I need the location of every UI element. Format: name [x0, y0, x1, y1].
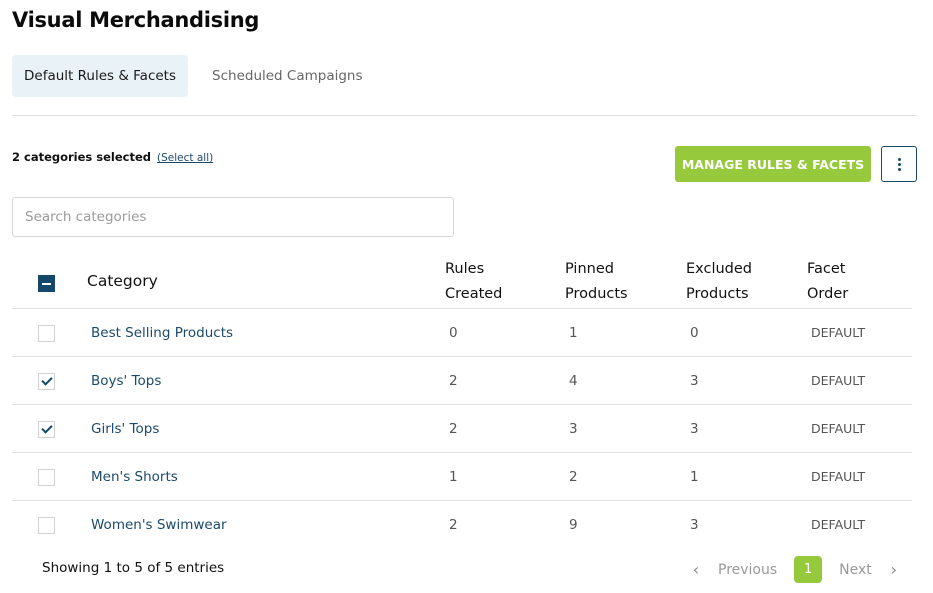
pinned-products-cell: 9 — [569, 516, 578, 533]
facet-order-cell: DEFAULT — [811, 421, 866, 436]
column-header-excluded-products[interactable]: Excluded Products — [686, 257, 752, 307]
pinned-products-cell: 1 — [569, 324, 578, 341]
facet-order-cell: DEFAULT — [811, 325, 866, 340]
pinned-products-cell: 2 — [569, 468, 578, 485]
category-name-link[interactable]: Girls' Tops — [91, 405, 159, 452]
pinned-header-line2: Products — [565, 286, 628, 302]
tab-default-rules-facets[interactable]: Default Rules & Facets — [12, 55, 189, 97]
column-header-pinned-products[interactable]: Pinned Products — [565, 257, 628, 307]
indeterminate-icon — [42, 282, 51, 285]
row-checkbox[interactable] — [38, 517, 55, 534]
pinned-header-line1: Pinned — [565, 261, 614, 277]
pagination: ‹ Previous 1 Next › — [688, 556, 902, 583]
previous-page-button[interactable]: Previous — [718, 562, 777, 578]
excluded-header-line1: Excluded — [686, 261, 753, 277]
select-all-checkbox[interactable] — [38, 275, 55, 292]
rules-created-cell: 1 — [449, 468, 458, 485]
manage-rules-facets-button[interactable]: MANAGE RULES & FACETS — [675, 146, 871, 182]
entries-info: Showing 1 to 5 of 5 entries — [42, 560, 225, 576]
checkmark-icon — [40, 374, 53, 386]
select-all-link[interactable]: (Select all) — [157, 152, 213, 164]
excluded-products-cell: 3 — [690, 420, 699, 437]
row-checkbox[interactable] — [38, 373, 55, 390]
rules-created-cell: 2 — [449, 372, 458, 389]
rules-created-cell: 2 — [449, 516, 458, 533]
facet-order-cell: DEFAULT — [811, 469, 866, 484]
selection-info: 2 categories selected (Select all) — [12, 150, 213, 164]
column-header-rules-created[interactable]: Rules Created — [445, 257, 502, 307]
row-checkbox[interactable] — [38, 421, 55, 438]
tab-divider — [12, 115, 917, 116]
category-name-link[interactable]: Men's Shorts — [91, 453, 178, 500]
table-row: Boys' Tops 2 4 3 DEFAULT — [12, 357, 912, 405]
table-row: Girls' Tops 2 3 3 DEFAULT — [12, 405, 912, 453]
column-header-facet-order[interactable]: Facet Order — [807, 257, 848, 307]
table-row: Best Selling Products 0 1 0 DEFAULT — [12, 309, 912, 357]
facet-order-cell: DEFAULT — [811, 517, 866, 532]
categories-table: Category Rules Created Pinned Products Exc… — [12, 256, 912, 549]
facet-header-line1: Facet — [807, 261, 846, 277]
rules-created-cell: 0 — [449, 324, 458, 341]
category-name-link[interactable]: Women's Swimwear — [91, 501, 227, 548]
row-checkbox[interactable] — [38, 325, 55, 342]
table-body: Best Selling Products 0 1 0 DEFAULT Boys' Top… — [12, 309, 912, 549]
tab-scheduled-campaigns[interactable]: Scheduled Campaigns — [200, 55, 375, 97]
chevron-right-icon[interactable]: › — [886, 560, 902, 579]
facet-order-cell: DEFAULT — [811, 373, 866, 388]
chevron-left-icon[interactable]: ‹ — [688, 560, 704, 579]
tab-bar: Default Rules & Facets Scheduled Campaig… — [12, 55, 387, 97]
pinned-products-cell: 4 — [569, 372, 578, 389]
excluded-products-cell: 0 — [690, 324, 699, 341]
category-name-link[interactable]: Boys' Tops — [91, 357, 161, 404]
table-row: Women's Swimwear 2 9 3 DEFAULT — [12, 501, 912, 549]
vertical-ellipsis-icon — [897, 157, 901, 171]
search-categories-input[interactable] — [12, 197, 454, 237]
selection-count: 2 categories selected — [12, 150, 152, 164]
checkmark-icon — [40, 422, 53, 434]
rules-header-line2: Created — [445, 286, 503, 302]
rules-created-cell: 2 — [449, 420, 458, 437]
facet-header-line2: Order — [807, 286, 849, 302]
next-page-button[interactable]: Next — [839, 562, 872, 578]
excluded-header-line2: Products — [686, 286, 749, 302]
rules-header-line1: Rules — [445, 261, 485, 277]
pinned-products-cell: 3 — [569, 420, 578, 437]
category-name-link[interactable]: Best Selling Products — [91, 309, 233, 356]
page-title: Visual Merchandising — [12, 8, 260, 32]
row-checkbox[interactable] — [38, 469, 55, 486]
excluded-products-cell: 3 — [690, 516, 699, 533]
excluded-products-cell: 1 — [690, 468, 699, 485]
excluded-products-cell: 3 — [690, 372, 699, 389]
column-header-category[interactable]: Category — [87, 269, 158, 294]
table-header: Category Rules Created Pinned Products Exc… — [12, 256, 912, 309]
more-options-button[interactable] — [881, 146, 917, 182]
page-1-button[interactable]: 1 — [794, 556, 823, 583]
table-row: Men's Shorts 1 2 1 DEFAULT — [12, 453, 912, 501]
